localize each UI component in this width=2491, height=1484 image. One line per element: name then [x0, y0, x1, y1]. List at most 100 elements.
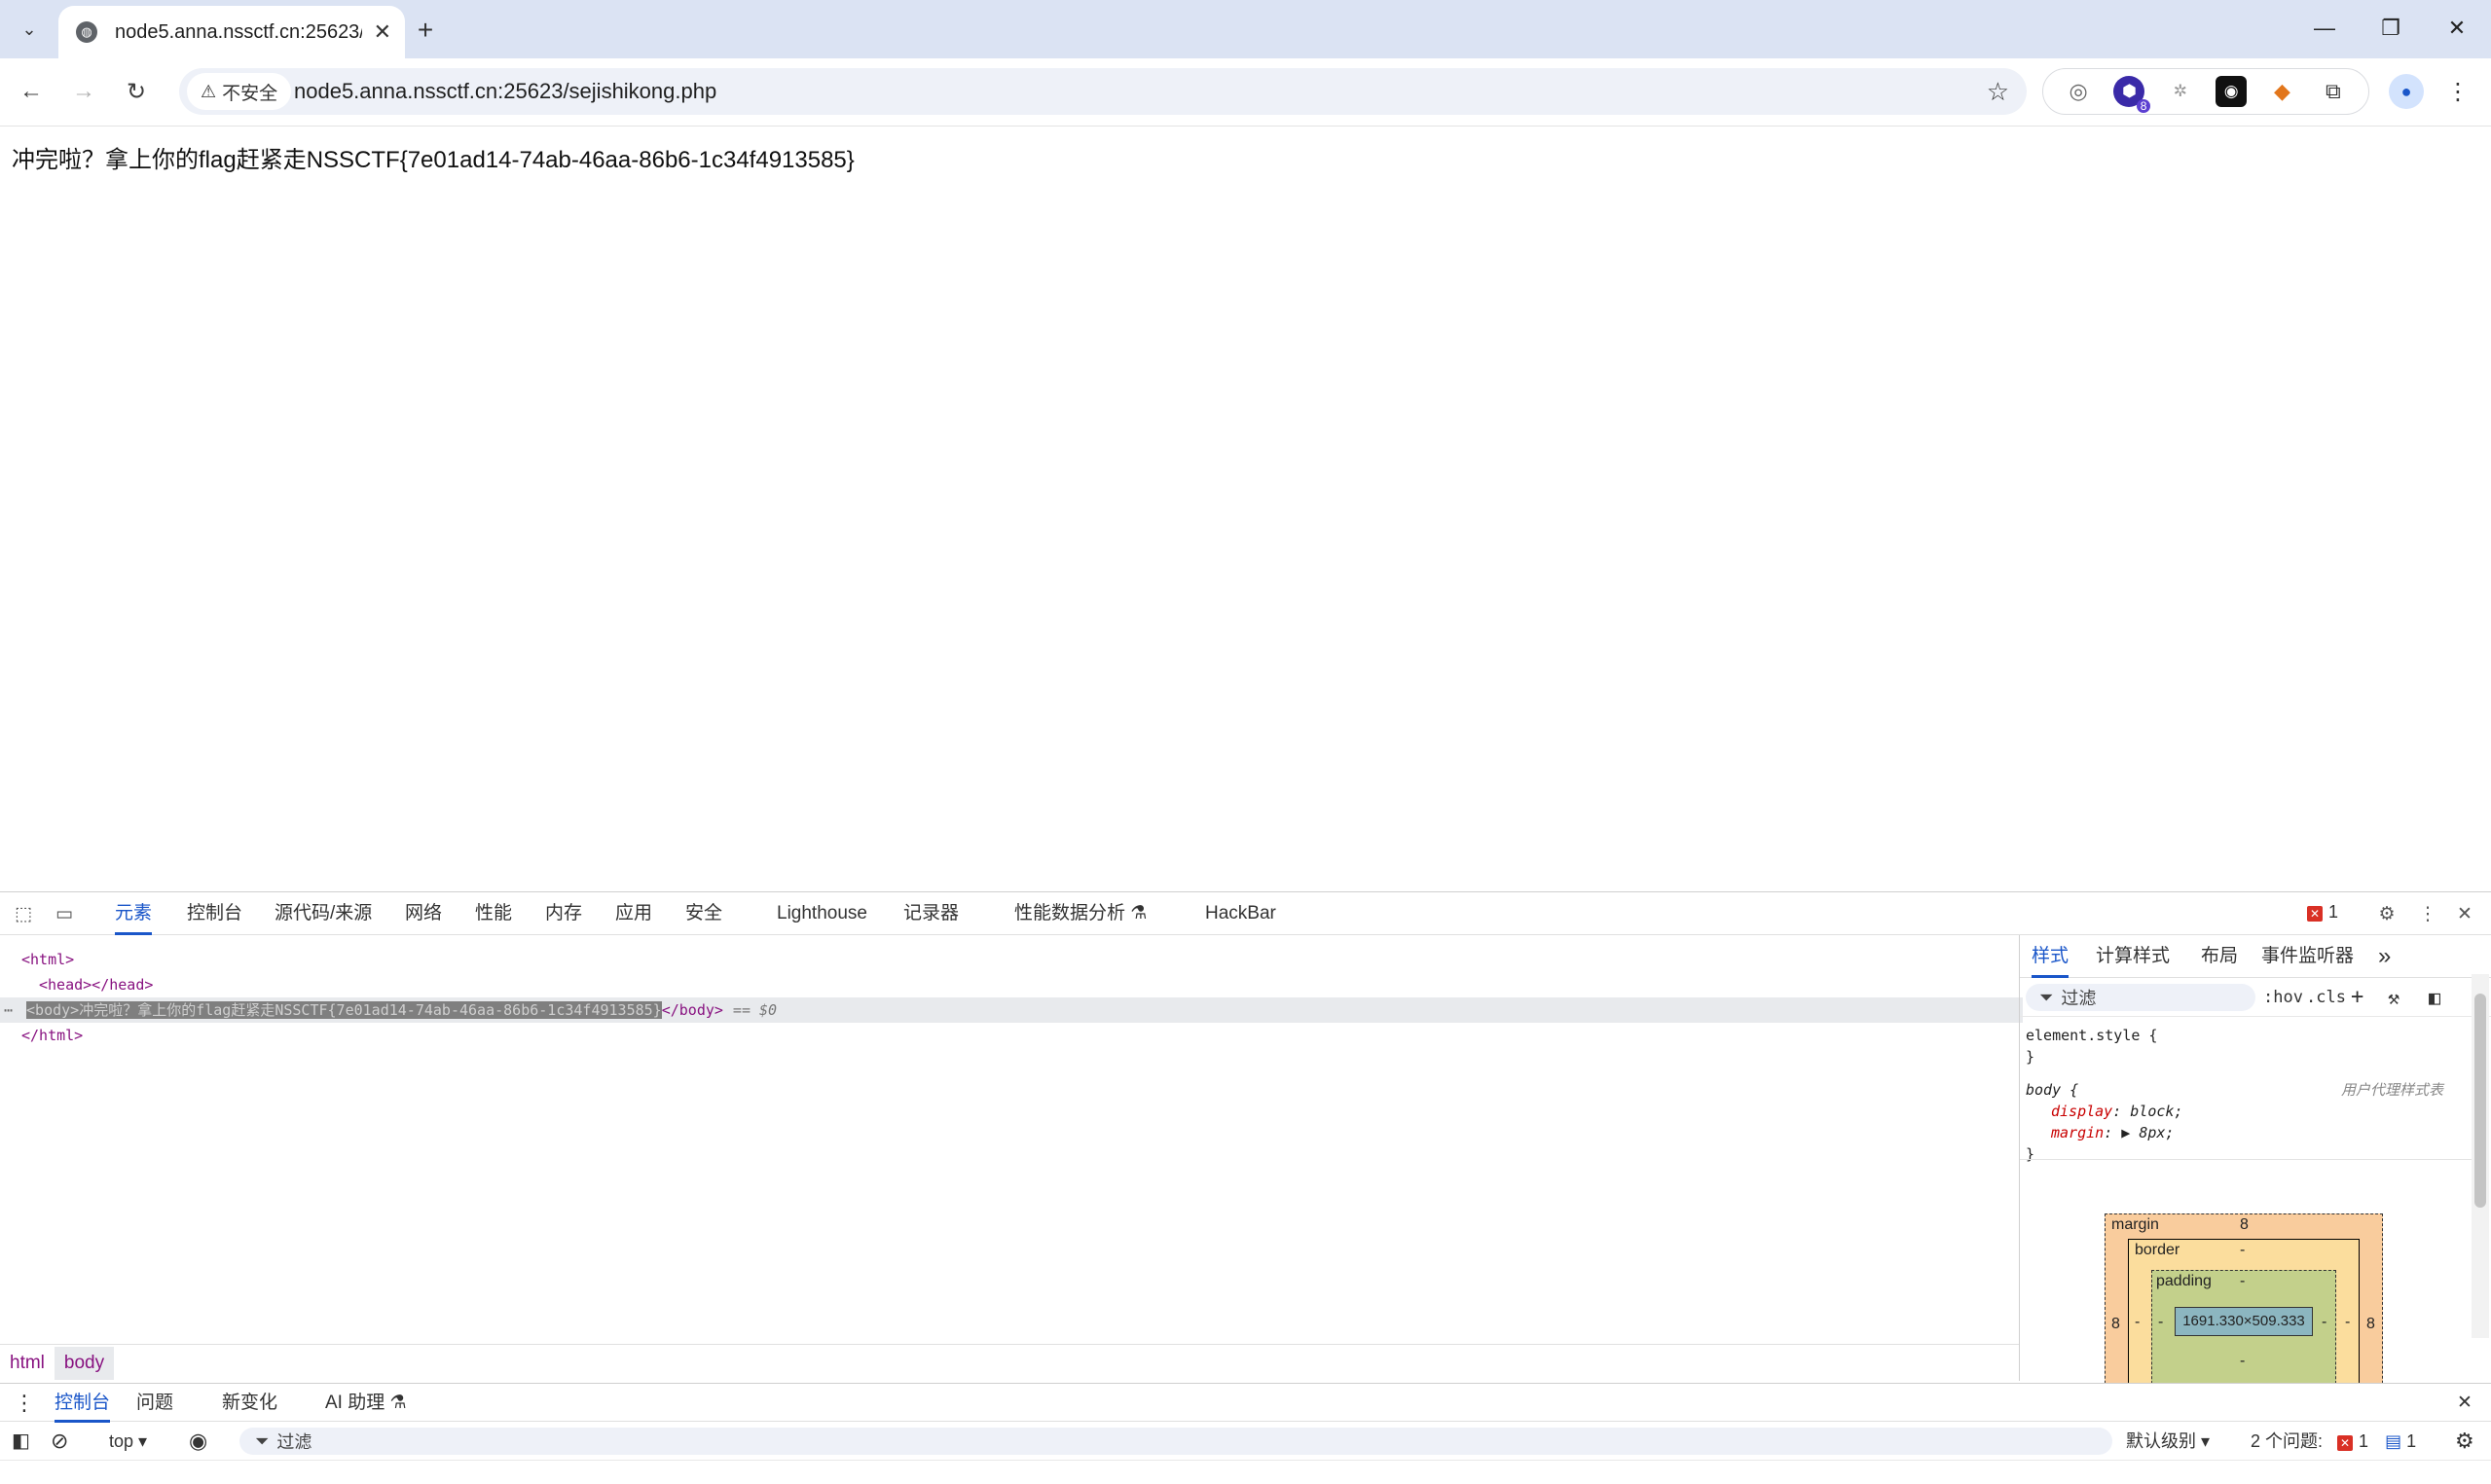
reload-icon[interactable]: ↻	[119, 74, 154, 109]
box-model-content-size[interactable]: 1691.330×509.333	[2175, 1307, 2313, 1336]
devtools-menu-icon[interactable]: ⋮	[2412, 898, 2443, 929]
tab-elements[interactable]: 元素	[115, 892, 153, 935]
tab-console[interactable]: 控制台	[187, 892, 242, 935]
dom-html-open[interactable]: <html>	[0, 947, 2040, 972]
tab-sources[interactable]: 源代码/来源	[275, 892, 372, 935]
devtools-tabbar: ⬚ ▭ 元素 控制台 源代码/来源 网络 性能 内存 应用 安全 Lightho…	[0, 892, 2491, 935]
live-expression-eye-icon[interactable]: ◉	[189, 1422, 207, 1461]
hov-toggle[interactable]: :hov	[2263, 984, 2303, 1011]
dom-ellipsis-icon[interactable]: ⋯	[4, 1001, 13, 1019]
margin-top-value[interactable]: 8	[2240, 1216, 2249, 1234]
expand-triangle-icon[interactable]: ▶	[2121, 1124, 2130, 1141]
inspect-element-icon[interactable]: ⬚	[8, 898, 39, 929]
tab-close-icon[interactable]: ✕	[374, 19, 391, 45]
extension-mask-icon[interactable]: ◉	[2216, 76, 2248, 107]
border-right-value[interactable]: -	[2345, 1314, 2350, 1331]
extension-hexagon-icon[interactable]: ⬢ 8	[2113, 76, 2151, 113]
tab-event-listeners[interactable]: 事件监听器	[2261, 935, 2354, 978]
display-val: block;	[2130, 1103, 2183, 1120]
console-settings-gear-icon[interactable]: ⚙	[2455, 1422, 2474, 1461]
error-counter[interactable]: ✕ 1	[2307, 902, 2338, 923]
drawer-tab-console[interactable]: 控制台	[55, 1384, 111, 1423]
flask-icon: ⚗	[1130, 903, 1148, 923]
tab-computed[interactable]: 计算样式	[2096, 935, 2170, 978]
tab-recorder[interactable]: 记录器	[903, 892, 959, 935]
dom-html-close[interactable]: </html>	[0, 1023, 2040, 1048]
window-close-icon[interactable]: ✕	[2428, 10, 2486, 47]
tab-layout[interactable]: 布局	[2201, 935, 2238, 978]
url-text[interactable]: node5.anna.nssctf.cn:25623/sejishikong.p…	[294, 68, 716, 115]
tab-hackbar[interactable]: HackBar	[1205, 892, 1276, 935]
tab-lighthouse[interactable]: Lighthouse	[777, 892, 867, 935]
border-left-value[interactable]: -	[2135, 1314, 2140, 1331]
styles-scrollbar-thumb[interactable]	[2474, 994, 2486, 1208]
new-tab-plus-icon[interactable]: +	[409, 14, 442, 47]
cls-toggle[interactable]: .cls	[2306, 984, 2346, 1011]
body-selector[interactable]: body {	[2026, 1079, 2078, 1101]
profile-avatar-icon[interactable]: ●	[2389, 74, 2424, 109]
back-arrow-icon[interactable]: ←	[14, 74, 49, 109]
breadcrumb-body[interactable]: body	[54, 1346, 115, 1380]
styles-filter-input[interactable]: ⏷ 过滤	[2026, 984, 2255, 1011]
console-toolbar: ◧ ⊘ top ▾ ◉ ⏷ 过滤 默认级别 ▾ 2 个问题: ✕ 1 ▤ 1 ⚙	[0, 1422, 2491, 1461]
tab-application[interactable]: 应用	[615, 892, 652, 935]
styles-filter-row: ⏷ 过滤 :hov .cls + ⚒ ◧	[2020, 978, 2491, 1017]
devtools-panel: ⬚ ▭ 元素 控制台 源代码/来源 网络 性能 内存 应用 安全 Lightho…	[0, 891, 2491, 1484]
browser-tab[interactable]: ◍ node5.anna.nssctf.cn:25623/sejishikong…	[58, 6, 405, 58]
metamask-fox-icon[interactable]: ◆	[2266, 76, 2297, 107]
puzzle-piece-icon[interactable]: ⧉	[2318, 76, 2349, 107]
record-circle-icon[interactable]: ◎	[2063, 76, 2094, 107]
context-selector[interactable]: top ▾	[109, 1422, 147, 1461]
display-declaration[interactable]: display: block;	[2051, 1101, 2182, 1122]
margin-left-value[interactable]: 8	[2111, 1316, 2120, 1333]
tab-memory[interactable]: 内存	[545, 892, 582, 935]
console-filter-input[interactable]: ⏷ 过滤	[239, 1428, 2112, 1455]
tab-security[interactable]: 安全	[685, 892, 722, 935]
drawer-tab-issues[interactable]: 问题	[136, 1384, 173, 1423]
dom-head[interactable]: <head></head>	[0, 972, 2058, 997]
more-tabs-chevron-icon[interactable]: »	[2378, 935, 2391, 978]
settings-gear-icon[interactable]: ⚙	[2371, 898, 2402, 929]
border-value[interactable]: -	[2240, 1242, 2245, 1259]
dom-body-selected[interactable]: ⋯ <body>冲完啦？拿上你的flag赶紧走NSSCTF{7e01ad14-74…	[0, 997, 2023, 1023]
device-toolbar-icon[interactable]: ▭	[49, 898, 80, 929]
tab-styles[interactable]: 样式	[2032, 935, 2070, 978]
padding-bottom-value[interactable]: -	[2240, 1353, 2245, 1370]
kebab-menu-icon[interactable]: ⋮	[2443, 74, 2473, 109]
margin-right-value[interactable]: 8	[2366, 1316, 2375, 1333]
padding-right-value[interactable]: -	[2322, 1314, 2326, 1331]
drawer-close-icon[interactable]: ✕	[2457, 1384, 2473, 1423]
restore-icon[interactable]: ❐	[2362, 10, 2420, 47]
forward-arrow-icon[interactable]: →	[66, 74, 101, 109]
devtools-close-icon[interactable]: ✕	[2449, 898, 2480, 929]
drawer-tab-whats-new[interactable]: 新变化	[222, 1384, 277, 1423]
console-sidebar-icon[interactable]: ◧	[12, 1422, 30, 1461]
tab-performance[interactable]: 性能	[475, 892, 512, 935]
minimize-icon[interactable]: —	[2295, 10, 2354, 47]
tab-search-chevron-icon[interactable]: ⌄	[14, 14, 45, 45]
tab-performance-insights[interactable]: 性能数据分析 ⚗	[1014, 892, 1147, 935]
toggle-sidebar-icon[interactable]: ◧	[2429, 984, 2440, 1011]
padding-left-value[interactable]: -	[2158, 1314, 2163, 1331]
bookmark-star-icon[interactable]: ☆	[1987, 68, 2009, 115]
breadcrumb-html[interactable]: html	[0, 1347, 55, 1380]
security-chip[interactable]: ⚠ 不安全	[187, 73, 292, 110]
new-rule-plus-icon[interactable]: +	[2351, 984, 2363, 1011]
issues-error-icon: ✕	[2337, 1435, 2354, 1451]
issues-counter[interactable]: 2 个问题: ✕ 1 ▤ 1	[2251, 1422, 2416, 1461]
body-open-tag: <body>	[26, 1001, 80, 1019]
tab-network[interactable]: 网络	[405, 892, 442, 935]
extension-gear-icon[interactable]: ✲	[2165, 76, 2196, 107]
element-style-selector[interactable]: element.style {	[2026, 1025, 2157, 1046]
paint-brush-icon[interactable]: ⚒	[2388, 984, 2399, 1011]
padding-value[interactable]: -	[2240, 1273, 2245, 1290]
margin-declaration[interactable]: margin: ▶ 8px;	[2051, 1122, 2174, 1143]
tab-performance-insights-label: 性能数据分析	[1014, 903, 1126, 923]
styles-tabbar: 样式 计算样式 布局 事件监听器 »	[2020, 935, 2491, 978]
drawer-tab-ai-assistant[interactable]: AI 助理 ⚗	[325, 1384, 407, 1423]
drawer-menu-icon[interactable]: ⋮	[14, 1384, 35, 1423]
body-text-node[interactable]: 冲完啦？拿上你的flag赶紧走NSSCTF{7e01ad14-74ab-46aa…	[79, 1001, 662, 1019]
address-bar[interactable]: ⚠ 不安全 node5.anna.nssctf.cn:25623/sejishi…	[179, 68, 2027, 115]
clear-console-icon[interactable]: ⊘	[51, 1422, 68, 1461]
log-level-select[interactable]: 默认级别 ▾	[2126, 1422, 2210, 1461]
